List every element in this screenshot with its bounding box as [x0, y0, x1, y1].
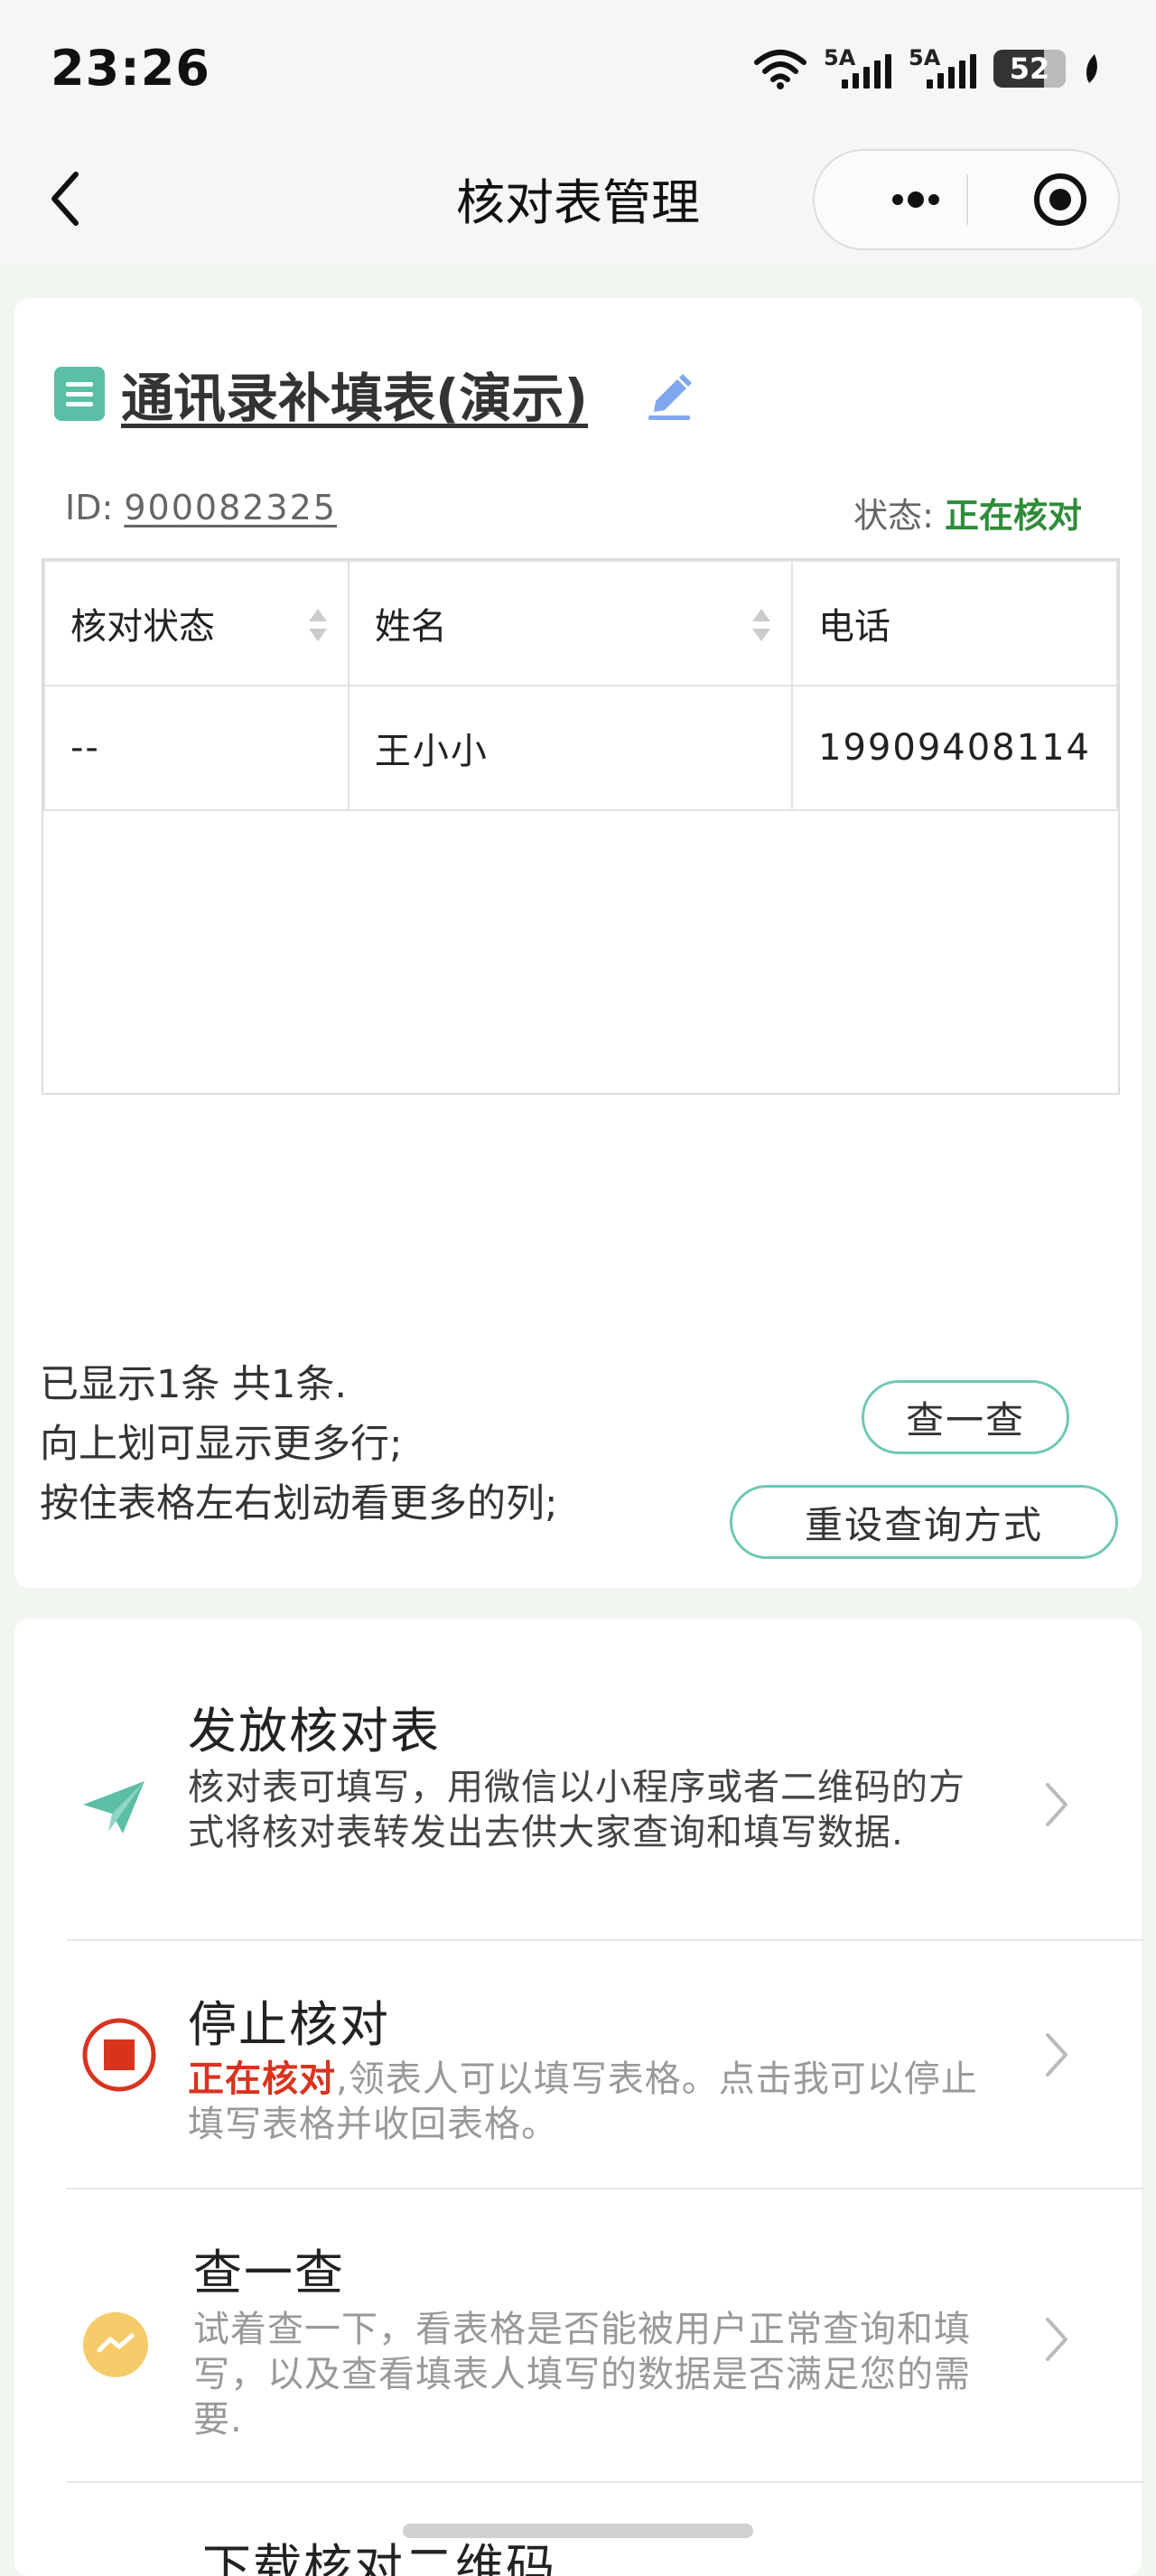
stop-check-action[interactable]: 停止核对 正在核对,领表人可以填写表格。点击我可以停止填写表格并收回表格。 [67, 1984, 1143, 2165]
cell-check-status: -- [43, 685, 350, 811]
data-table[interactable]: 核对状态 姓名 电话 -- 王小小 19909408114 [42, 558, 1120, 1095]
nav-bar: 核对表管理 [0, 135, 1156, 266]
check-title: 查一查 [193, 2245, 345, 2301]
reset-query-button[interactable]: 重设查询方式 [730, 1485, 1118, 1559]
sort-icon[interactable] [751, 607, 771, 643]
summary-hint-scroll: 向上划可显示更多行; [40, 1422, 403, 1467]
sheet-status-value: 正在核对 [944, 496, 1082, 536]
trend-icon [83, 2312, 148, 2377]
stop-status-highlight: 正在核对 [188, 2058, 336, 2100]
actions-card: 发放核对表 核对表可填写，用微信以小程序或者二维码的方式将核对表转发出去供大家查… [14, 1619, 1143, 2576]
sheet-id-value[interactable]: 900082325 [124, 488, 337, 527]
paper-plane-icon [83, 1781, 144, 1834]
check-desc: 试着查一下，看表格是否能被用户正常查询和填写，以及查看填表人填写的数据是否满足您… [193, 2309, 971, 2441]
divider [67, 2188, 1143, 2189]
divider [67, 1939, 1143, 1941]
sheet-id-label: ID: [65, 488, 114, 527]
table-row[interactable]: -- 王小小 19909408114 [43, 685, 1118, 811]
sheet-status-row: 状态: 正在核对 [853, 488, 1082, 537]
cell-name: 王小小 [347, 685, 794, 811]
sort-icon[interactable] [308, 607, 328, 643]
cell-phone: 19909408114 [791, 685, 1118, 811]
close-miniprogram-icon[interactable] [1013, 151, 1113, 248]
more-icon[interactable] [860, 151, 968, 248]
signal-2-icon: 5A [909, 45, 977, 92]
distribute-sheet-action[interactable]: 发放核对表 核对表可填写，用微信以小程序或者二维码的方式将核对表转发出去供大家查… [67, 1691, 1143, 1917]
table-summary: 已显示1条 共1条. 向上划可显示更多行; 按住表格左右划动看更多的列; [40, 1355, 558, 1534]
signal-1-icon: 5A [824, 45, 892, 92]
summary-count: 已显示1条 共1条. [40, 1362, 348, 1407]
chevron-right-icon [1046, 2318, 1067, 2361]
table-header-row: 核对状态 姓名 电话 [43, 560, 1118, 686]
status-bar: 23:26 5A 5A 52 [0, 0, 1156, 135]
stop-title: 停止核对 [188, 1996, 390, 2053]
sheet-list-icon [54, 367, 105, 421]
column-header-phone[interactable]: 电话 [791, 560, 1118, 686]
divider [67, 2481, 1143, 2483]
column-header-check-status[interactable]: 核对状态 [43, 560, 350, 686]
table-grid: 核对状态 姓名 电话 -- 王小小 19909408114 [43, 560, 1118, 811]
wifi-icon [754, 50, 806, 89]
sheet-title[interactable]: 通讯录补填表(演示) [121, 356, 588, 432]
status-icons: 5A 5A 52 [753, 45, 1102, 92]
chevron-right-icon [1046, 2033, 1067, 2077]
stop-desc: 正在核对,领表人可以填写表格。点击我可以停止填写表格并收回表格。 [188, 2058, 978, 2145]
column-header-name[interactable]: 姓名 [347, 560, 794, 686]
edit-pencil-icon[interactable] [647, 370, 694, 421]
check-button[interactable]: 查一查 [862, 1380, 1069, 1454]
distribute-title: 发放核对表 [188, 1703, 441, 1759]
stop-icon [82, 2018, 156, 2092]
home-indicator[interactable] [403, 2524, 753, 2538]
sheet-status-label: 状态: [853, 496, 934, 536]
check-action[interactable]: 查一查 试着查一下，看表格是否能被用户正常查询和填写，以及查看填表人填写的数据是… [67, 2233, 1143, 2459]
distribute-desc: 核对表可填写，用微信以小程序或者二维码的方式将核对表转发出去供大家查询和填写数据… [188, 1767, 965, 1853]
sheet-id-row: ID: 900082325 [65, 488, 337, 527]
status-time: 23:26 [51, 40, 210, 97]
chevron-right-icon [1046, 1783, 1067, 1826]
capsule-divider [966, 174, 968, 225]
leaf-icon [1086, 54, 1097, 83]
battery-icon: 52 [993, 50, 1066, 88]
summary-hint-swipe: 按住表格左右划动看更多的列; [40, 1481, 558, 1526]
mini-program-capsule [813, 149, 1120, 250]
sheet-card: 通讯录补填表(演示) ID: 900082325 状态: 正在核对 核对状态 姓… [14, 298, 1142, 1588]
